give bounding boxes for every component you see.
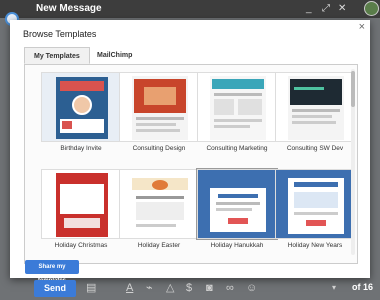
template-label: Consulting Design: [132, 145, 186, 152]
template-label: Holiday New Years: [287, 242, 343, 249]
template-thumbnail: [197, 72, 277, 142]
template-thumbnail: [196, 168, 278, 240]
template-card-holiday-new-years[interactable]: Holiday New Years: [275, 169, 355, 253]
minimize-icon[interactable]: _: [306, 2, 312, 16]
send-button[interactable]: Send: [34, 280, 76, 297]
template-thumbnail: [275, 72, 355, 142]
close-compose-icon[interactable]: ✕: [338, 2, 346, 16]
page-indicator: of 16: [352, 282, 374, 292]
browse-templates-dialog: Browse Templates × My Templates MailChim…: [10, 20, 370, 284]
expand-icon[interactable]: ⤢: [322, 2, 330, 16]
tab-mailchimp[interactable]: MailChimp: [88, 47, 141, 64]
template-thumbnail: [41, 72, 121, 142]
template-card-birthday-invite[interactable]: Birthday Invite: [41, 72, 121, 156]
close-dialog-icon[interactable]: ×: [359, 21, 365, 33]
template-thumbnail: [119, 72, 199, 142]
template-card-holiday-easter[interactable]: Holiday Easter: [119, 169, 199, 253]
link-icon[interactable]: ∞: [226, 281, 234, 295]
template-label: Consulting SW Dev: [286, 145, 344, 152]
template-card-holiday-hanukkah[interactable]: Holiday Hanukkah: [196, 168, 278, 253]
template-label: Birthday Invite: [60, 145, 102, 152]
template-card-consulting-sw-dev[interactable]: Consulting SW Dev: [275, 72, 355, 156]
template-label: Consulting Marketing: [206, 145, 268, 152]
more-options-icon[interactable]: ▾: [332, 281, 336, 295]
template-label: Holiday Hanukkah: [210, 242, 264, 249]
dialog-title: Browse Templates: [23, 29, 97, 39]
template-thumbnail: [41, 169, 121, 239]
template-grid: Birthday Invite Consulting Design Consul…: [24, 64, 358, 264]
template-card-consulting-design[interactable]: Consulting Design: [119, 72, 199, 156]
compose-title: New Message: [36, 3, 102, 14]
template-thumbnail: [275, 169, 355, 239]
attach-icon[interactable]: ⌁: [146, 281, 153, 295]
grid-scrollbar[interactable]: [351, 69, 355, 255]
share-templates-button[interactable]: Share my templates: [25, 260, 79, 284]
template-label: Holiday Easter: [137, 242, 181, 249]
format-text-icon[interactable]: ▤: [86, 281, 96, 295]
tab-my-templates[interactable]: My Templates: [24, 47, 90, 64]
text-color-icon[interactable]: A: [126, 281, 133, 295]
avatar[interactable]: [364, 1, 379, 16]
template-card-holiday-christmas[interactable]: Holiday Christmas: [41, 169, 121, 253]
money-icon[interactable]: $: [186, 281, 192, 295]
emoji-icon[interactable]: ☺: [246, 281, 257, 295]
compose-title-bar: New Message _ ⤢ ✕: [0, 0, 380, 18]
template-card-consulting-marketing[interactable]: Consulting Marketing: [197, 72, 277, 156]
photo-icon[interactable]: ◙: [206, 281, 213, 295]
template-label: Holiday Christmas: [54, 242, 108, 249]
template-thumbnail: [119, 169, 199, 239]
scroll-thumb[interactable]: [351, 71, 355, 107]
drive-icon[interactable]: △: [166, 281, 174, 295]
